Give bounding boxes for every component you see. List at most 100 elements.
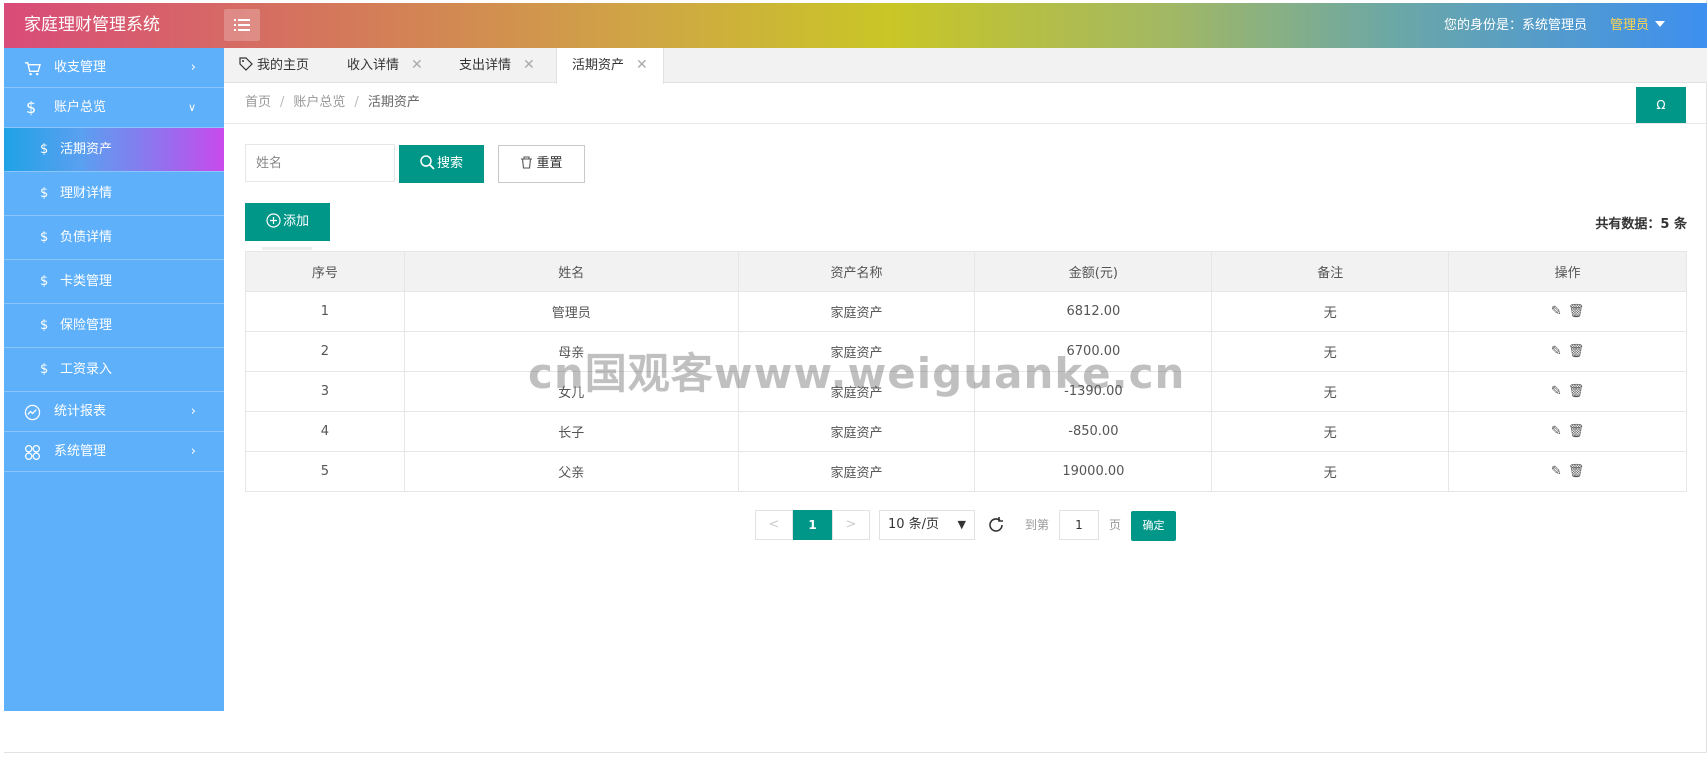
cell-remark: 无 <box>1211 291 1450 332</box>
pager-page-label: 页 <box>1109 518 1122 532</box>
dollar-icon: $ <box>40 362 49 377</box>
tag-icon <box>239 57 253 71</box>
delete-icon[interactable]: 🗑 <box>1568 464 1585 479</box>
pager-current-page[interactable]: 1 <box>793 510 832 540</box>
sidebar-item-wealth-details[interactable]: $ 理财详情 <box>4 172 224 216</box>
edit-icon[interactable]: ✎ <box>1551 424 1562 439</box>
trash-icon <box>521 156 533 169</box>
cell-index: 1 <box>245 291 405 332</box>
breadcrumb-home[interactable]: 首页 <box>245 95 271 110</box>
close-icon[interactable]: ✕ <box>411 57 423 73</box>
page-size-select[interactable]: 10 条/页 ▼ <box>879 510 975 540</box>
cell-asset-name: 家庭资产 <box>737 411 976 452</box>
cell-name: 父亲 <box>403 451 739 492</box>
col-header-actions: 操作 <box>1448 251 1687 292</box>
cell-remark: 无 <box>1211 371 1450 412</box>
reset-button[interactable]: 重置 <box>498 145 585 183</box>
sidebar-item-account-overview[interactable]: $ 账户总览 ∨ <box>4 88 224 128</box>
user-name: 管理员 <box>1609 18 1649 33</box>
add-button-label: 添加 <box>282 214 309 229</box>
edit-icon[interactable]: ✎ <box>1551 344 1562 359</box>
table-row: 5 父亲 家庭资产 19000.00 无 ✎ 🗑 <box>245 451 1687 492</box>
dollar-icon: $ <box>26 98 37 117</box>
pager-ok-button[interactable]: 确定 <box>1131 511 1176 541</box>
tab-bar: 我的主页 收入详情 ✕ 支出详情 ✕ 活期资产 ✕ <box>224 48 1707 84</box>
col-header-index: 序号 <box>245 251 405 292</box>
pager-goto-input[interactable]: 1 <box>1059 510 1099 540</box>
tab-label: 收入详情 <box>347 58 400 73</box>
dollar-icon: $ <box>40 230 49 245</box>
sidebar-item-income-expense[interactable]: 收支管理 › <box>4 48 224 88</box>
sidebar-item-label: 账户总览 <box>54 100 107 115</box>
tab-label: 我的主页 <box>257 58 310 73</box>
edit-icon[interactable]: ✎ <box>1551 464 1562 479</box>
breadcrumb-separator: / <box>354 95 359 110</box>
sidebar-item-system-management[interactable]: 系统管理 › <box>4 432 224 472</box>
tab-expense-details[interactable]: 支出详情 ✕ <box>459 48 535 83</box>
sidebar-item-debt-details[interactable]: $ 负债详情 <box>4 216 224 260</box>
cell-index: 5 <box>245 451 405 492</box>
sidebar-item-current-assets[interactable]: $ 活期资产 <box>4 128 224 172</box>
pager-next-button[interactable]: > <box>832 510 870 540</box>
sidebar-item-card-management[interactable]: $ 卡类管理 <box>4 260 224 304</box>
cell-index: 2 <box>245 331 405 372</box>
sidebar-item-statistics[interactable]: 统计报表 › <box>4 392 224 432</box>
dollar-icon: $ <box>40 142 49 157</box>
col-header-remark: 备注 <box>1211 251 1450 292</box>
cell-actions: ✎ 🗑 <box>1448 411 1687 452</box>
tab-income-details[interactable]: 收入详情 ✕ <box>347 48 423 83</box>
table-header-row: 序号 姓名 资产名称 金额(元) 备注 操作 <box>245 251 1687 292</box>
search-button[interactable]: 搜索 <box>399 145 484 183</box>
cell-amount: -850.00 <box>974 411 1213 452</box>
cell-amount: 19000.00 <box>974 451 1213 492</box>
edit-icon[interactable]: ✎ <box>1551 384 1562 399</box>
menu-toggle-button[interactable] <box>224 9 260 41</box>
pager-goto-label: 到第 <box>1025 518 1050 532</box>
chevron-right-icon: › <box>190 444 196 459</box>
sidebar-item-label: 系统管理 <box>54 444 107 459</box>
chevron-down-icon: ∨ <box>187 101 196 114</box>
reset-button-label: 重置 <box>536 156 563 171</box>
sidebar-item-insurance-management[interactable]: $ 保险管理 <box>4 304 224 348</box>
cell-name: 管理员 <box>403 291 739 332</box>
sidebar-item-label: 工资录入 <box>60 362 113 377</box>
tab-home[interactable]: 我的主页 <box>239 48 309 83</box>
delete-icon[interactable]: 🗑 <box>1568 424 1585 439</box>
add-button[interactable]: 添加 <box>245 203 330 241</box>
sidebar-item-label: 卡类管理 <box>60 274 113 289</box>
name-search-input[interactable] <box>245 144 395 182</box>
cell-actions: ✎ 🗑 <box>1448 331 1687 372</box>
sidebar-item-label: 活期资产 <box>60 142 113 157</box>
list-icon <box>234 19 250 31</box>
plus-circle-icon <box>266 213 281 228</box>
breadcrumb: 首页 / 账户总览 / 活期资产 <box>245 92 420 114</box>
sidebar-item-label: 理财详情 <box>60 186 113 201</box>
breadcrumb-account-overview[interactable]: 账户总览 <box>293 95 345 110</box>
close-icon[interactable]: ✕ <box>523 57 535 73</box>
cell-index: 4 <box>245 411 405 452</box>
sidebar-item-label: 保险管理 <box>60 318 113 333</box>
tab-current-assets[interactable]: 活期资产 ✕ <box>556 48 664 84</box>
breadcrumb-current: 活期资产 <box>367 95 420 110</box>
top-header: 家庭理财管理系统 您的身份是：系统管理员 管理员 <box>4 3 1707 48</box>
edit-icon[interactable]: ✎ <box>1551 304 1562 319</box>
page-size-value: 10 条/页 <box>888 517 940 532</box>
cell-remark: 无 <box>1211 451 1450 492</box>
sidebar-item-salary-entry[interactable]: $ 工资录入 <box>4 348 224 392</box>
cell-amount: 6812.00 <box>974 291 1213 332</box>
identity-label: 您的身份是：系统管理员 <box>1443 18 1587 33</box>
refresh-icon[interactable] <box>986 515 1006 535</box>
chart-icon <box>24 404 41 421</box>
pager-prev-button[interactable]: < <box>755 510 793 540</box>
tab-label: 活期资产 <box>572 58 625 73</box>
delete-icon[interactable]: 🗑 <box>1568 304 1585 319</box>
close-icon[interactable]: ✕ <box>636 57 648 73</box>
cell-actions: ✎ 🗑 <box>1448 451 1687 492</box>
delete-icon[interactable]: 🗑 <box>1568 344 1585 359</box>
cell-remark: 无 <box>1211 411 1450 452</box>
page-refresh-button[interactable]: Ω <box>1636 87 1686 123</box>
delete-icon[interactable]: 🗑 <box>1568 384 1585 399</box>
tab-label: 支出详情 <box>459 58 512 73</box>
user-menu[interactable]: 管理员 <box>1610 3 1665 48</box>
chevron-down-icon: ▼ <box>957 518 966 531</box>
